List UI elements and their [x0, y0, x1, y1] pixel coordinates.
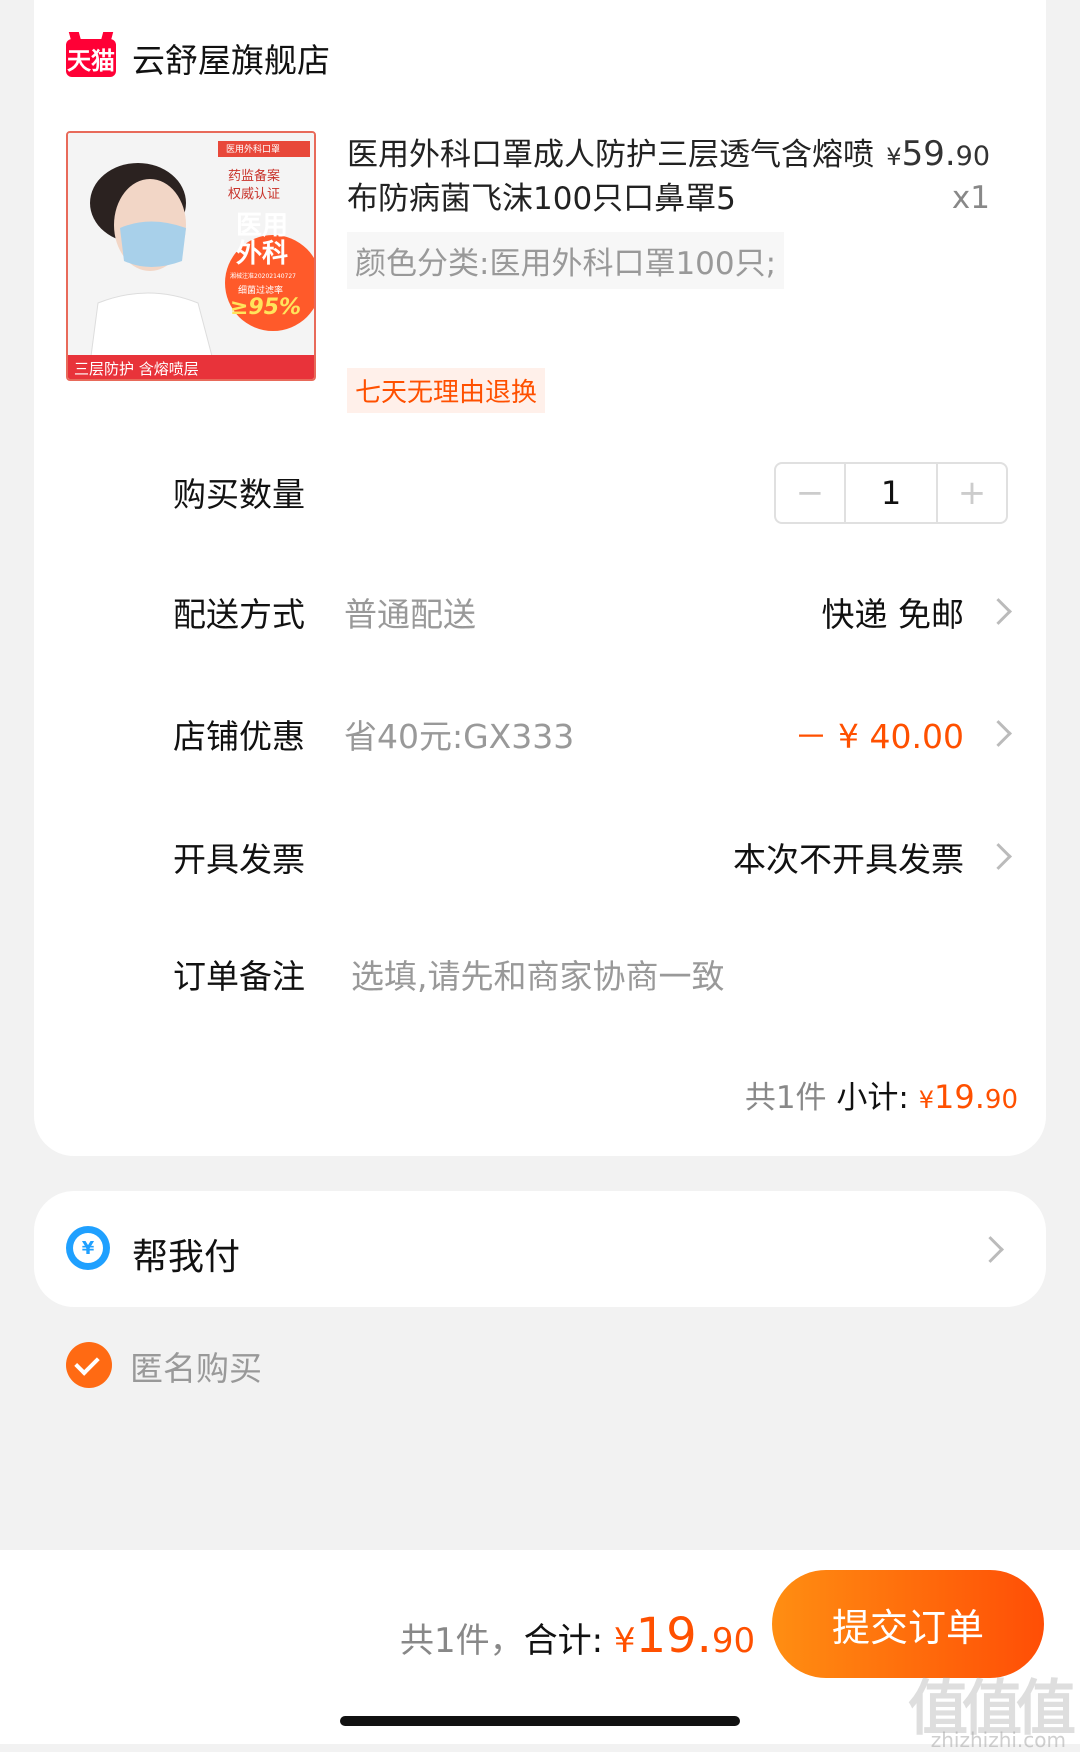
invoice-value: 本次不开具发票 [733, 840, 964, 879]
home-indicator[interactable] [340, 1716, 740, 1726]
image-big-2: 外科 [236, 239, 289, 269]
quantity-stepper[interactable]: − 1 + [774, 462, 1008, 524]
product-price: ¥59.90 [886, 134, 990, 174]
delivery-value: 普通配送 [344, 595, 476, 634]
store-header[interactable]: 天猫 云舒屋旗舰店 [66, 34, 330, 82]
anonymous-checkbox[interactable] [66, 1342, 112, 1388]
product-title[interactable]: 医用外科口罩成人防护三层透气含熔喷布防病菌飞沫100只口鼻罩5 [347, 133, 887, 221]
product-quantity: x1 [951, 180, 990, 216]
yuan-icon: ¥ [66, 1226, 110, 1270]
increase-button[interactable]: + [938, 464, 1006, 522]
order-total: 共1件，合计: ¥19.90 [400, 1608, 756, 1664]
store-discount-label: 店铺优惠 [173, 717, 305, 756]
bottom-bar: 共1件，合计: ¥19.90 提交订单 值值值 zhizhizhi.com [0, 1550, 1080, 1752]
subtotal: 共1件 小计: ¥19.90 [744, 1078, 1018, 1116]
invoice-label: 开具发票 [173, 840, 305, 879]
delivery-label: 配送方式 [173, 595, 305, 634]
product-sku[interactable]: 颜色分类:医用外科口罩100只; [347, 232, 785, 289]
order-note-input[interactable]: 选填,请先和商家协商一致 [351, 950, 725, 998]
order-note-label: 订单备注 [173, 957, 305, 996]
image-badge-top: 医用外科口罩 [226, 145, 281, 155]
help-pay-label[interactable]: 帮我付 [132, 1228, 240, 1280]
store-discount-value: 省40元:GX333 [344, 717, 575, 756]
image-cert-line2: 权威认证 [228, 187, 281, 202]
image-cert-line1: 药监备案 [228, 169, 281, 184]
anonymous-label[interactable]: 匿名购买 [130, 1342, 262, 1390]
quantity-label: 购买数量 [173, 475, 305, 514]
decrease-button[interactable]: − [776, 464, 844, 522]
image-bottom-banner: 三层防护 含熔喷层 [74, 360, 199, 378]
image-filter-value: ≥95% [230, 295, 302, 320]
store-discount-amount: － ¥ 40.00 [794, 717, 964, 756]
product-image[interactable]: 医用外科口罩 药监备案 权威认证 医用 外科 湘械注准20202140727 细… [66, 131, 316, 381]
quantity-value[interactable]: 1 [844, 464, 938, 522]
return-policy-tag: 七天无理由退换 [347, 368, 546, 413]
delivery-option: 快递 免邮 [821, 595, 965, 634]
store-name: 云舒屋旗舰店 [132, 41, 330, 80]
tmall-logo: 天猫 [66, 39, 116, 77]
image-reg-no: 湘械注准20202140727 [230, 273, 296, 280]
watermark-url: zhizhizhi.com [930, 1728, 1066, 1752]
